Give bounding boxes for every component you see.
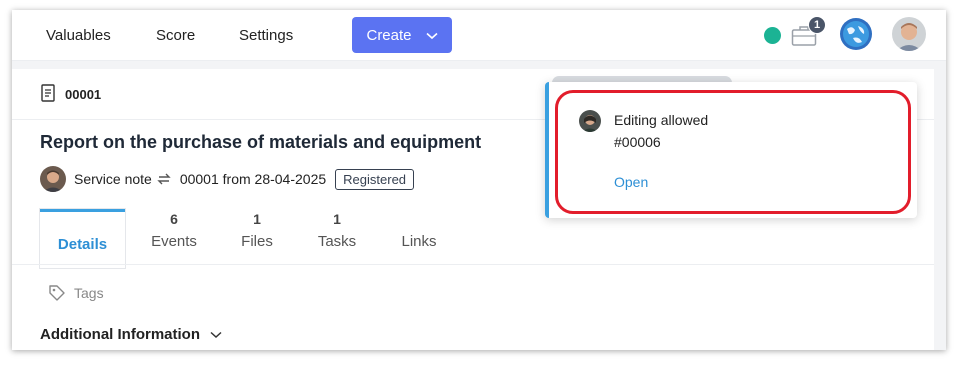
additional-information-label: Additional Information: [40, 326, 200, 343]
popover-number: #00006: [614, 134, 661, 150]
tab-count: [384, 209, 454, 229]
status-badge: Registered: [335, 168, 415, 190]
nav-item-settings[interactable]: Settings: [239, 27, 293, 44]
tags-label: Tags: [74, 285, 104, 301]
nav-item-valuables[interactable]: Valuables: [46, 27, 111, 44]
author-avatar[interactable]: [40, 166, 66, 192]
create-button-label: Create: [366, 26, 412, 44]
notification-badge: 1: [808, 16, 826, 34]
chevron-down-icon: [425, 27, 438, 44]
tab-label: Links: [401, 233, 437, 250]
popover-title: Editing allowed: [614, 112, 709, 128]
exchange-icon: [156, 171, 172, 187]
globe-icon[interactable]: [839, 17, 873, 51]
tab-count: 1: [333, 211, 341, 227]
tab-label: Tasks: [317, 233, 357, 250]
document-number-date: 00001 from 28-04-2025: [179, 171, 327, 187]
additional-information-toggle[interactable]: Additional Information: [40, 326, 222, 343]
tags-field[interactable]: Tags: [48, 284, 104, 302]
nav-item-score[interactable]: Score: [156, 27, 195, 44]
tag-icon: [48, 284, 66, 302]
document-icon: [40, 84, 56, 105]
tab-count: 1: [253, 211, 261, 227]
notification-popover: Editing allowed #00006 Open: [545, 82, 917, 218]
tab-links[interactable]: Links: [384, 209, 454, 265]
tab-count: [40, 212, 125, 232]
tab-tasks[interactable]: 1 Tasks: [302, 209, 372, 265]
document-type: Service note: [74, 171, 152, 187]
create-button[interactable]: Create: [352, 17, 452, 53]
document-title: Report on the purchase of materials and …: [40, 132, 482, 152]
chevron-down-icon: [210, 331, 222, 339]
document-id-row: 00001: [40, 84, 101, 105]
tabs-divider: [12, 264, 934, 265]
online-status-dot: [764, 27, 781, 44]
tab-files[interactable]: 1 Files: [222, 209, 292, 265]
tab-count: 6: [170, 211, 178, 227]
open-link[interactable]: Open: [614, 174, 648, 190]
tab-events[interactable]: 6 Events: [134, 209, 214, 265]
top-bar: Valuables Score Settings Create 1: [12, 10, 946, 61]
app-window: Valuables Score Settings Create 1 00001 …: [12, 10, 946, 350]
user-avatar[interactable]: [892, 17, 926, 51]
popover-avatar: [579, 110, 601, 132]
document-id: 00001: [65, 87, 102, 102]
document-meta-row: Service note 00001 from 28-04-2025 Regis…: [40, 166, 415, 192]
tab-details[interactable]: Details: [40, 209, 125, 268]
tab-label: Details: [57, 236, 108, 253]
tab-label: Events: [151, 233, 197, 250]
tab-label: Files: [241, 233, 273, 250]
